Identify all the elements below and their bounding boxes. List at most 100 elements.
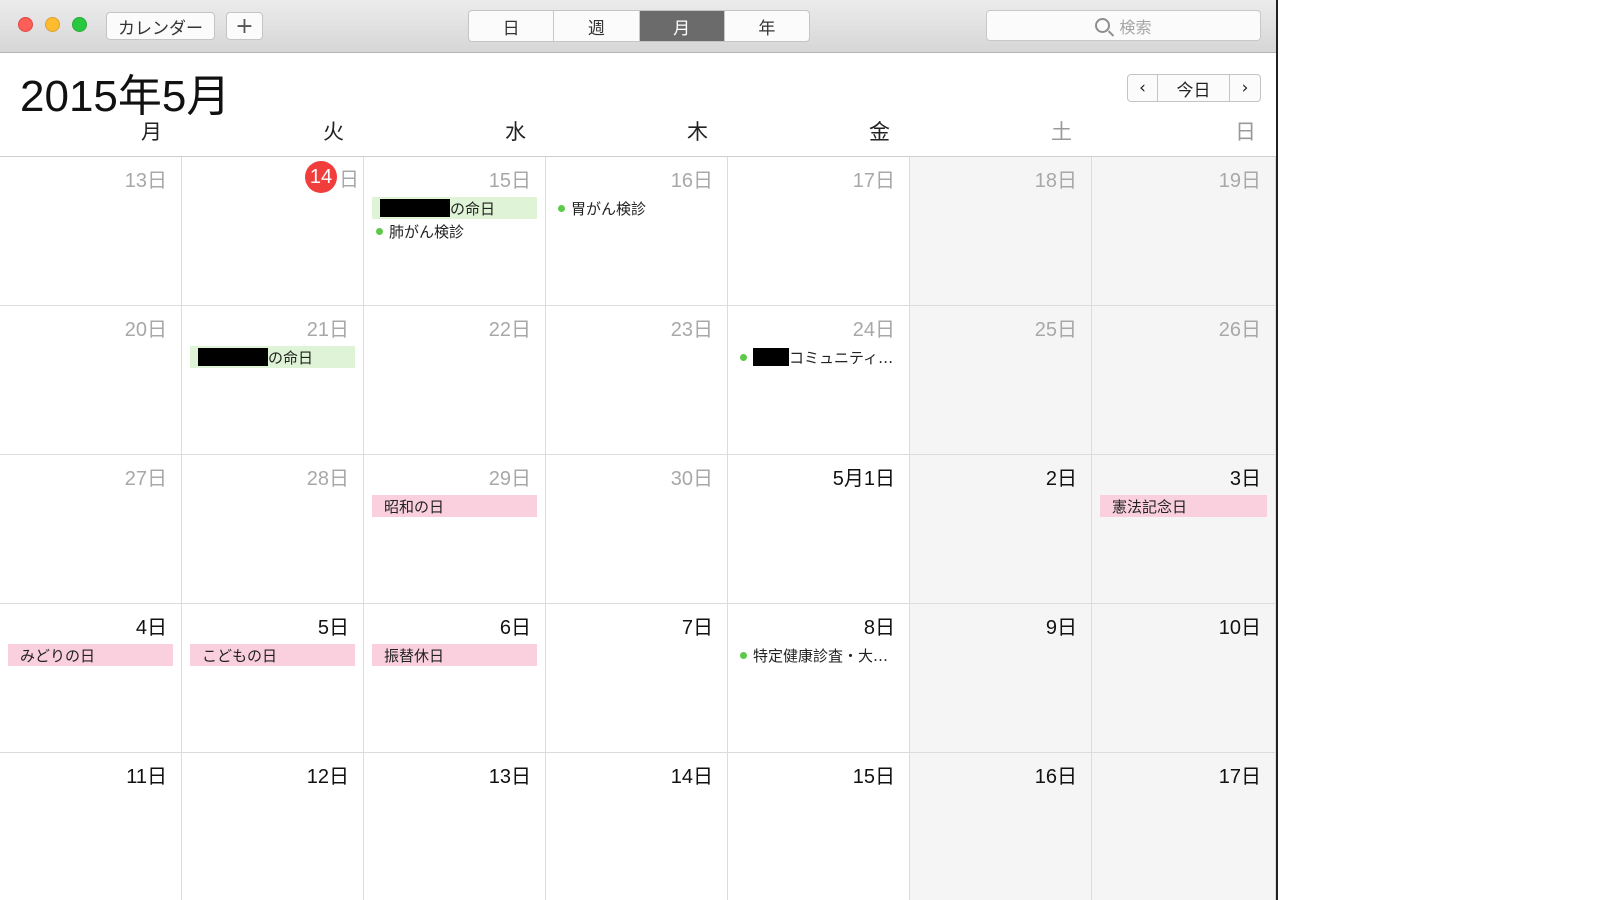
view-switcher: 日週月年 [468, 10, 810, 42]
day-cell[interactable]: 29日昭和の日 [364, 455, 546, 603]
search-placeholder: 検索 [1119, 17, 1152, 37]
day-cell[interactable]: 15日の命日肺がん検診 [364, 157, 546, 305]
day-cell[interactable]: 12日 [182, 753, 364, 900]
day-cell[interactable]: 8日特定健康診査・大… [728, 604, 910, 752]
view-tab-0[interactable]: 日 [469, 11, 555, 41]
day-cell[interactable]: 19日 [1092, 157, 1276, 305]
view-tab-3[interactable]: 年 [725, 11, 809, 41]
day-suffix: 日 [339, 168, 359, 191]
day-number: 25日 [1034, 319, 1077, 341]
weekday-label: 木 [687, 120, 708, 144]
day-cell[interactable]: 17日 [728, 157, 910, 305]
event-title: 憲法記念日 [1112, 497, 1188, 516]
day-number: 17日 [1218, 766, 1261, 788]
day-number: 18日 [1034, 170, 1077, 192]
allday-event[interactable]: こどもの日 [190, 644, 355, 666]
add-event-button[interactable]: + [226, 12, 263, 40]
event-title: 特定健康診査・大… [753, 646, 889, 665]
day-cell[interactable]: 24日 コミュニティ… [728, 306, 910, 454]
event-item[interactable]: コミュニティ… [740, 346, 901, 368]
day-number: 30日 [670, 468, 713, 490]
today-date-badge: 14 [305, 161, 337, 193]
week-row: 20日 21日 の命日 22日 23日 24日 コミュニティ… 25日 26日 [0, 306, 1276, 455]
event-title: みどりの日 [20, 646, 96, 665]
day-number: 8日 [863, 617, 895, 639]
day-cell[interactable]: 7日 [546, 604, 728, 752]
day-number: 3日 [1229, 468, 1261, 490]
day-cell[interactable]: 13日 [364, 753, 546, 900]
day-cell[interactable]: 28日 [182, 455, 364, 603]
day-cell[interactable]: 16日 胃がん検診 [546, 157, 728, 305]
day-number: 11日 [126, 766, 167, 788]
day-cell[interactable]: 16日 [910, 753, 1092, 900]
weekday-label: 水 [505, 120, 526, 144]
day-number: 15日 [852, 766, 895, 788]
day-cell[interactable]: 10日 [1092, 604, 1276, 752]
day-cell[interactable]: 4日 みどりの日 [0, 604, 182, 752]
day-cell[interactable]: 14日 [546, 753, 728, 900]
weekday-header: 月火水木金土日 [0, 116, 1276, 156]
day-cell[interactable]: 30日 [546, 455, 728, 603]
day-cell[interactable]: 27日 [0, 455, 182, 603]
event-title: 昭和の日 [384, 497, 445, 516]
today-button[interactable]: 今日 [1158, 74, 1230, 102]
day-cell[interactable]: 2日 [910, 455, 1092, 603]
day-cell[interactable]: 21日 の命日 [182, 306, 364, 454]
day-number: 16日 [1034, 766, 1077, 788]
day-number: 10日 [1218, 617, 1261, 639]
redacted-text [198, 348, 268, 366]
calendar-dot-icon [740, 651, 747, 659]
day-number: 27日 [124, 468, 167, 490]
day-cell[interactable]: 14日 [182, 157, 364, 305]
event-item[interactable]: 胃がん検診 [558, 197, 719, 219]
day-cell[interactable]: 15日 [728, 753, 910, 900]
day-cell[interactable]: 3日憲法記念日 [1092, 455, 1276, 603]
calendar-window: カレンダー + 日週月年 検索 2015年5月 ‹ 今日 › 月火水木金土日 1… [0, 0, 1278, 900]
day-cell[interactable]: 23日 [546, 306, 728, 454]
day-cell[interactable]: 26日 [1092, 306, 1276, 454]
calendars-button[interactable]: カレンダー [106, 12, 215, 40]
event-title: 肺がん検診 [389, 222, 465, 241]
allday-event[interactable]: 昭和の日 [372, 495, 537, 517]
allday-event[interactable]: 憲法記念日 [1100, 495, 1267, 517]
day-number: 5日 [317, 617, 349, 639]
previous-month-button[interactable]: ‹ [1127, 74, 1158, 102]
day-cell[interactable]: 18日 [910, 157, 1092, 305]
day-cell[interactable]: 25日 [910, 306, 1092, 454]
search-field[interactable]: 検索 [986, 10, 1261, 41]
allday-event[interactable]: の命日 [190, 346, 355, 368]
view-tab-2[interactable]: 月 [639, 11, 725, 41]
day-cell[interactable]: 11日 [0, 753, 182, 900]
day-number: 29日 [488, 468, 531, 490]
day-number: 15日 [488, 170, 531, 192]
minimize-window-button[interactable] [45, 17, 60, 32]
day-cell[interactable]: 6日 振替休日 [364, 604, 546, 752]
view-tab-1[interactable]: 週 [554, 11, 640, 41]
day-cell[interactable]: 13日 [0, 157, 182, 305]
day-cell[interactable]: 20日 [0, 306, 182, 454]
day-cell[interactable]: 17日 [1092, 753, 1276, 900]
day-cell[interactable]: 9日 [910, 604, 1092, 752]
redacted-text [380, 199, 450, 217]
allday-event[interactable]: の命日 [372, 197, 537, 219]
weekday-label: 火 [323, 120, 344, 144]
event-item[interactable]: 特定健康診査・大… [740, 644, 901, 666]
day-cell[interactable]: 22日 [364, 306, 546, 454]
day-cell[interactable]: 5日こどもの日 [182, 604, 364, 752]
close-window-button[interactable] [18, 17, 33, 32]
calendar-dot-icon [558, 204, 565, 212]
week-row: 11日 12日 13日 14日 15日 16日 17日 [0, 753, 1276, 900]
redacted-text [753, 348, 789, 366]
event-item[interactable]: 肺がん検診 [376, 220, 537, 242]
allday-event[interactable]: みどりの日 [8, 644, 173, 666]
event-title: 振替休日 [384, 646, 445, 665]
weekday-label: 日 [1235, 120, 1256, 144]
day-number: 5月1日 [832, 468, 895, 490]
maximize-window-button[interactable] [72, 17, 87, 32]
day-cell[interactable]: 5月1日 [728, 455, 910, 603]
allday-event[interactable]: 振替休日 [372, 644, 537, 666]
event-title: の命日 [450, 199, 496, 218]
month-title: 2015年5月 [20, 72, 231, 121]
next-month-button[interactable]: › [1230, 74, 1261, 102]
week-row: 13日 14 日 15日 の命日 肺がん検診 16日 胃がん検診 17日 18日 19日 [0, 157, 1276, 306]
